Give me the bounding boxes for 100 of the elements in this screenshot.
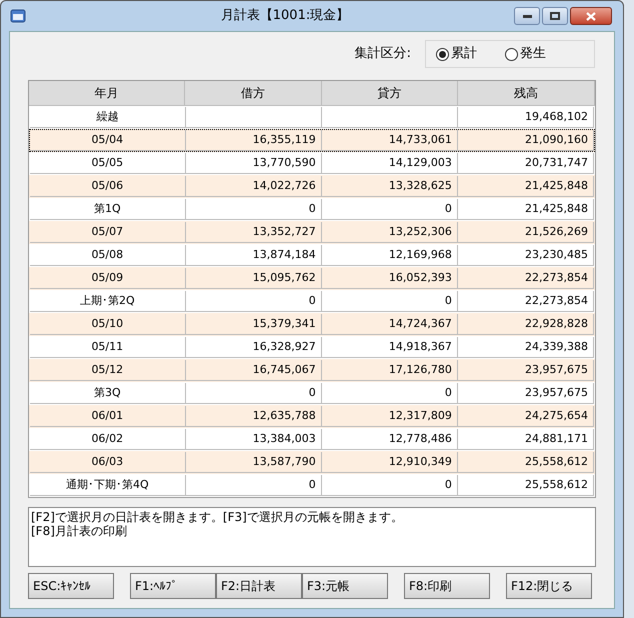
table-cell-text: 14,022,726 <box>252 178 316 194</box>
table-row[interactable]: 05/04 16,355,119 14,733,061 21,090,160 <box>29 129 595 152</box>
table-cell-text: 0 <box>444 200 452 217</box>
table-cell-text: 20,731,747 <box>525 154 588 171</box>
table-row[interactable]: 05/09 15,095,762 16,052,393 22,273,854 <box>29 267 595 290</box>
table-cell-text: 21,526,269 <box>525 224 588 240</box>
app-icon <box>10 8 26 24</box>
table-cell-text: 06/02 <box>91 430 124 447</box>
table-cell-text: 13,874,184 <box>252 246 316 263</box>
minimize-button[interactable] <box>514 7 540 25</box>
table-cell-text: 13,770,590 <box>252 154 316 171</box>
window-title: 月計表【1001:現金】 <box>220 7 350 26</box>
table-row[interactable]: 05/07 13,352,727 13,252,306 21,526,269 <box>29 221 595 244</box>
table-cell-text: 12,317,809 <box>388 408 452 424</box>
table-cell-text: 06/01 <box>91 408 124 424</box>
table-row[interactable]: 05/12 16,745,067 17,126,780 23,957,675 <box>29 359 595 382</box>
table-cell-text: 05/06 <box>91 178 124 194</box>
table-cell-text: 05/08 <box>91 246 124 263</box>
function-button[interactable]: F12:閉じる <box>506 573 592 599</box>
table-cell-text: 25,558,612 <box>525 454 588 470</box>
table-cell-text: 12,910,349 <box>388 454 452 470</box>
table-cell-text: 上期･第2Q <box>80 292 135 309</box>
table-cell-text: 13,252,306 <box>388 224 452 240</box>
table-row[interactable]: 上期･第2Q 0 0 22,273,854 <box>29 290 595 313</box>
table-row[interactable]: 06/02 13,384,003 12,778,486 24,881,171 <box>29 428 595 451</box>
radio-option[interactable]: 発生 <box>505 44 546 64</box>
function-button[interactable]: F2:日計表 <box>216 573 302 599</box>
table-cell-text: 繰越 <box>96 108 118 125</box>
table-cell-text: 0 <box>308 384 316 401</box>
table-cell-text: 16,745,067 <box>252 362 316 378</box>
help-text: [F8]月計表の印刷 <box>31 524 128 538</box>
table-row[interactable]: 通期･下期･第4Q 0 0 25,558,612 <box>29 474 595 497</box>
table-cell-text: 22,273,854 <box>525 292 588 309</box>
table-cell-text: 05/05 <box>91 154 124 171</box>
table-cell-text: 23,230,485 <box>525 246 588 263</box>
table-cell-text: 0 <box>444 292 452 309</box>
table-cell-text: 12,778,486 <box>388 430 452 447</box>
table-cell-text: 通期･下期･第4Q <box>66 476 149 493</box>
table-cell-text: 0 <box>308 200 316 217</box>
table-row[interactable]: 第1Q 0 0 21,425,848 <box>29 198 595 221</box>
table-cell-text: 13,352,727 <box>252 224 316 240</box>
table-cell-text: 24,881,171 <box>525 430 588 447</box>
table-cell-text: 16,052,393 <box>388 270 452 286</box>
table-cell-text: 14,724,367 <box>388 316 452 332</box>
table-cell-text: 25,558,612 <box>525 476 588 493</box>
table-cell-text: 14,129,003 <box>388 154 452 171</box>
table-cell-text: 12,635,788 <box>252 408 316 424</box>
table-row[interactable]: 05/10 15,379,341 14,724,367 22,928,828 <box>29 313 595 336</box>
table-row[interactable]: 05/05 13,770,590 14,129,003 20,731,747 <box>29 152 595 175</box>
table-cell-text: 19,468,102 <box>525 108 588 125</box>
table-cell-text: 21,425,848 <box>525 178 588 194</box>
table-cell-text: 0 <box>444 384 452 401</box>
function-button[interactable]: ESC:ｷｬﾝｾﾙ <box>28 573 114 599</box>
table-cell-text: 12,169,968 <box>388 246 452 263</box>
table-cell-text: 13,328,625 <box>388 178 452 194</box>
table-row[interactable]: 05/11 16,328,927 14,918,367 24,339,388 <box>29 336 595 359</box>
table-cell-text: 0 <box>308 476 316 493</box>
table-cell-text: 05/11 <box>91 338 124 355</box>
table-cell-text: 21,425,848 <box>525 200 588 217</box>
table-cell-text: 22,273,854 <box>525 270 588 286</box>
table-row[interactable]: 05/08 13,874,184 12,169,968 23,230,485 <box>29 244 595 267</box>
help-text: [F2]で選択月の日計表を開きます。[F3]で選択月の元帳を開きます。 <box>31 510 404 524</box>
table-row[interactable]: 06/01 12,635,788 12,317,809 24,275,654 <box>29 405 595 428</box>
table-cell-text: 24,275,654 <box>525 408 588 424</box>
table-cell-text: 06/03 <box>91 454 124 470</box>
table-cell-text: 17,126,780 <box>388 362 452 378</box>
table-cell-text: 05/09 <box>91 270 124 286</box>
table-row[interactable]: 第3Q 0 0 23,957,675 <box>29 382 595 405</box>
table-cell-text: 22,928,828 <box>525 316 588 332</box>
table-cell-text: 14,918,367 <box>388 338 452 355</box>
table-cell-text: 05/12 <box>91 362 124 378</box>
table-cell-text: 23,957,675 <box>525 384 588 401</box>
table-cell-text: 05/04 <box>91 132 124 148</box>
close-icon <box>586 12 596 20</box>
table-cell-text: 24,339,388 <box>525 338 588 355</box>
table-cell-text: 0 <box>308 292 316 309</box>
table-cell-text: 14,733,061 <box>388 132 452 148</box>
table-cell-text: 21,090,160 <box>525 132 588 148</box>
maximize-button[interactable] <box>542 7 568 25</box>
table-cell-text: 13,587,790 <box>252 454 316 470</box>
table-cell-text: 15,379,341 <box>252 316 316 332</box>
table-cell-text: 05/07 <box>91 224 124 240</box>
aggregation-label: 集計区分: <box>354 45 411 64</box>
table-row[interactable]: 05/06 14,022,726 13,328,625 21,425,848 <box>29 175 595 198</box>
table-cell-text: 16,328,927 <box>252 338 316 355</box>
function-button[interactable]: F3:元帳 <box>302 573 388 599</box>
table-cell-text: 16,355,119 <box>252 132 316 148</box>
table-cell-text: 第1Q <box>94 200 121 217</box>
table-cell-text: 05/10 <box>91 316 124 332</box>
table-cell-text: 0 <box>444 476 452 493</box>
close-button[interactable] <box>570 7 612 25</box>
table-cell-text: 第3Q <box>94 384 121 401</box>
table-row[interactable]: 繰越 19,468,102 <box>29 106 595 129</box>
table-row[interactable]: 06/03 13,587,790 12,910,349 25,558,612 <box>29 451 595 474</box>
function-button[interactable]: F1:ﾍﾙﾌﾟ <box>130 573 216 599</box>
table-cell-text: 15,095,762 <box>252 270 316 286</box>
radio-option[interactable]: 累計 <box>436 44 477 64</box>
table-cell-text: 23,957,675 <box>525 362 588 378</box>
function-button[interactable]: F8:印刷 <box>404 573 490 599</box>
table-cell-text: 13,384,003 <box>252 430 316 447</box>
